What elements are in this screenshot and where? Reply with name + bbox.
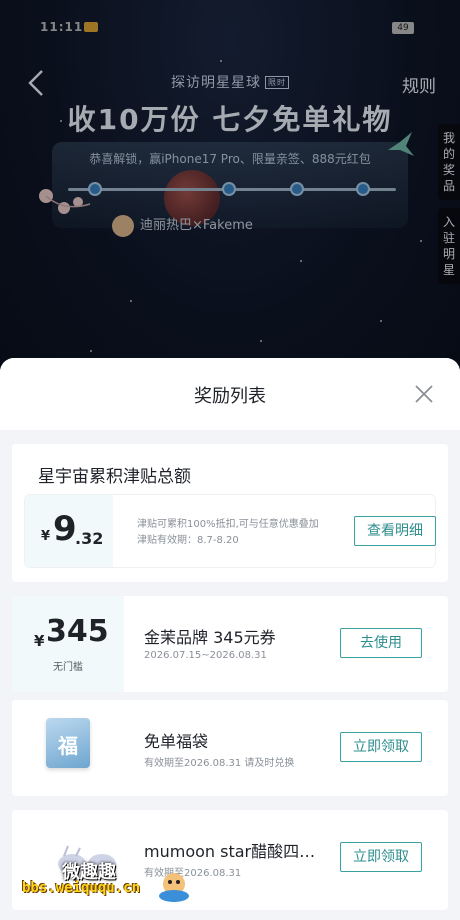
view-details-button[interactable]: 查看明细 — [354, 516, 436, 546]
currency-symbol: ¥ — [34, 632, 45, 650]
claim-button[interactable]: 立即领取 — [340, 842, 422, 872]
reward-list-sheet: 奖励列表 星宇宙累积津贴总额 ¥ 9 .32 津贴可累积100%抵扣,可与任意优… — [0, 358, 460, 920]
coupon-value-box: ¥ 345 无门槛 — [12, 596, 124, 692]
reward-date: 2026.07.15~2026.08.31 — [144, 650, 267, 661]
watermark-url: bbs.weiququ.cn — [22, 880, 141, 896]
allowance-validity: 津贴有效期：8.7-8.20 — [137, 535, 239, 546]
sheet-title: 奖励列表 — [194, 386, 266, 407]
claim-button[interactable]: 立即领取 — [340, 732, 422, 762]
coupon-value: 345 — [46, 614, 109, 649]
reward-name: mumoon star醋酸四… — [144, 842, 316, 861]
allowance-description: 津贴可累积100%抵扣,可与任意优惠叠加 — [137, 519, 319, 530]
coupon-condition: 无门槛 — [53, 662, 83, 673]
modal-overlay[interactable] — [0, 0, 460, 400]
use-coupon-button[interactable]: 去使用 — [340, 628, 422, 658]
amount-decimal: .32 — [75, 529, 104, 548]
reward-item: 福 免单福袋 有效期至2026.08.31 请及时兑换 立即领取 — [12, 700, 448, 796]
mascot-icon — [159, 873, 189, 902]
reward-date: 有效期至2026.08.31 请及时兑换 — [144, 758, 295, 769]
allowance-amount: ¥ 9 .32 — [25, 495, 113, 567]
close-icon[interactable] — [414, 384, 434, 404]
sheet-header: 奖励列表 — [0, 358, 460, 430]
lucky-bag-image: 福 — [46, 718, 90, 768]
total-allowance-card: 星宇宙累积津贴总额 ¥ 9 .32 津贴可累积100%抵扣,可与任意优惠叠加 津… — [12, 444, 448, 582]
reward-name: 免单福袋 — [144, 732, 209, 751]
currency-symbol: ¥ — [41, 529, 51, 544]
total-allowance-title: 星宇宙累积津贴总额 — [38, 467, 191, 487]
reward-name: 金茉品牌 345元券 — [144, 628, 276, 647]
reward-item: ¥ 345 无门槛 金茉品牌 345元券 2026.07.15~2026.08.… — [12, 596, 448, 692]
amount-integer: 9 — [53, 509, 77, 549]
